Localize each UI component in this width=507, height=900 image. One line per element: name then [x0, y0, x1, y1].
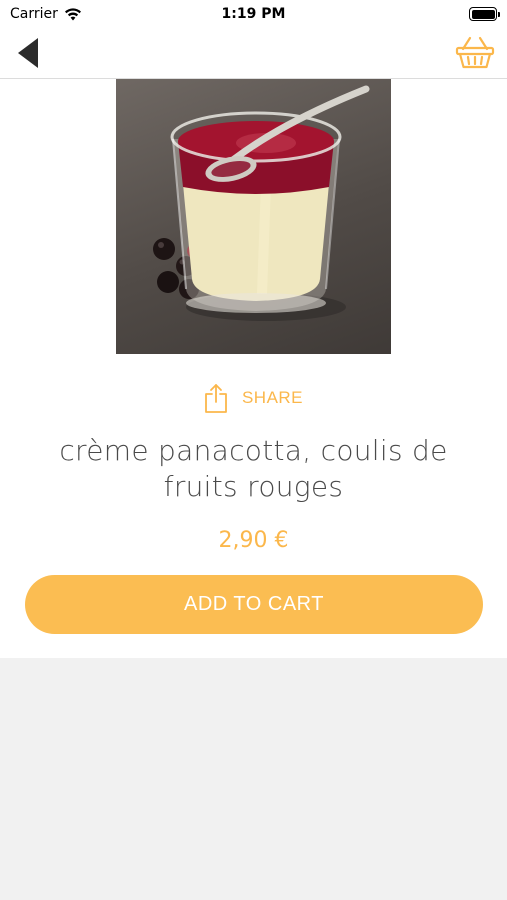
- panna-cotta-illustration: [153, 85, 370, 321]
- product-card: SHARE crème panacotta, coulis de fruits …: [0, 79, 507, 658]
- basket-icon: [455, 36, 495, 69]
- back-arrow-icon: [18, 38, 38, 68]
- status-bar: Carrier 1:19 PM: [0, 0, 507, 28]
- add-to-cart-button[interactable]: ADD TO CART: [25, 575, 483, 634]
- product-price: 2,90 €: [218, 528, 289, 553]
- status-time: 1:19 PM: [221, 6, 286, 22]
- battery-level: [471, 9, 495, 19]
- share-icon: [205, 384, 227, 413]
- battery-icon: [469, 7, 500, 21]
- navigation-bar: [0, 28, 507, 79]
- product-title: crème panacotta, coulis de fruits rouges: [59, 434, 448, 503]
- share-button[interactable]: SHARE: [0, 382, 507, 414]
- product-detail-screen: Carrier 1:19 PM SHARE crème panacotta, c…: [0, 0, 507, 900]
- back-button[interactable]: [14, 36, 44, 70]
- share-label: SHARE: [241, 388, 304, 407]
- product-image: [116, 79, 391, 354]
- cart-button[interactable]: [455, 34, 495, 72]
